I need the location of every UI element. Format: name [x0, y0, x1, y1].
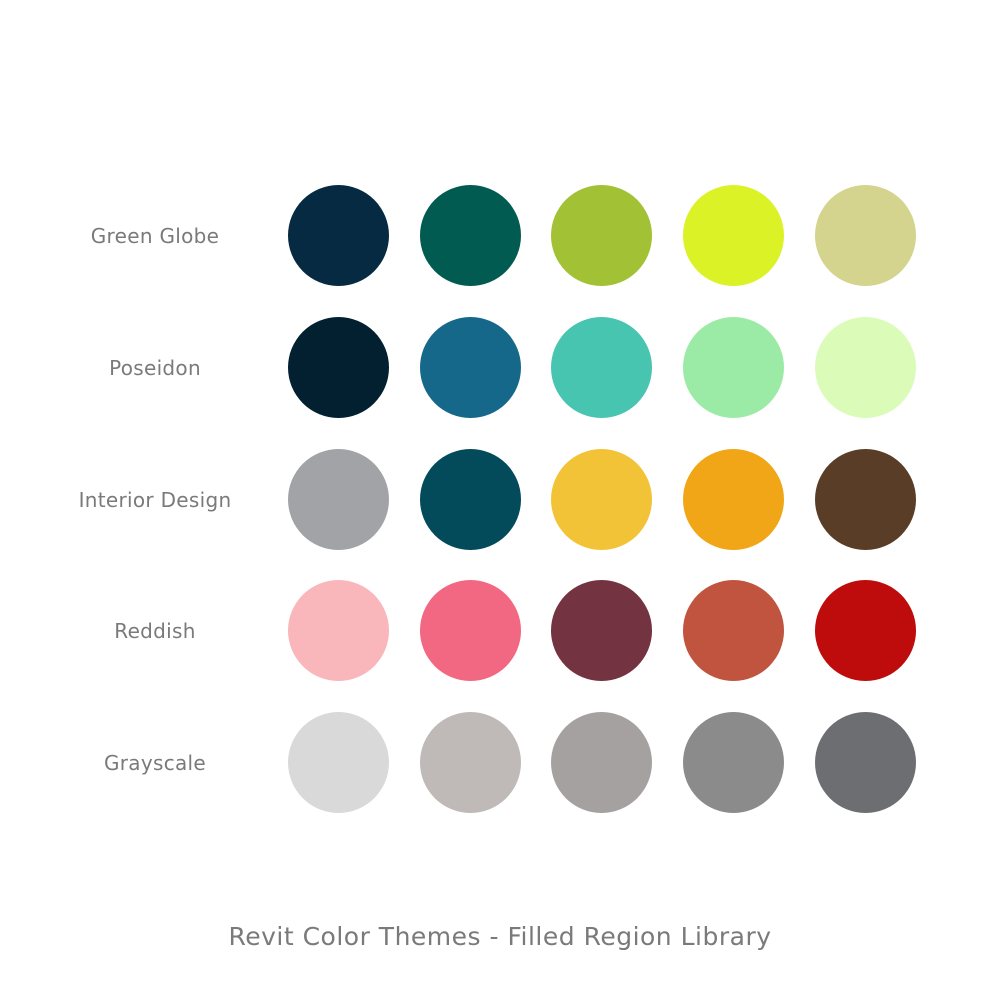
color-swatch: [420, 185, 521, 286]
color-swatch: [551, 712, 652, 813]
theme-row-green-globe: Green Globe: [0, 185, 1000, 287]
theme-label: Grayscale: [103, 751, 207, 775]
page-title: Revit Color Themes - Filled Region Libra…: [228, 922, 772, 951]
color-theme-palette: Green Globe Poseidon Interior Design Red…: [0, 0, 1000, 1000]
color-swatch: [288, 449, 389, 550]
color-swatch: [815, 185, 916, 286]
color-swatch: [420, 580, 521, 681]
color-swatch: [288, 317, 389, 418]
color-swatch: [551, 580, 652, 681]
theme-label: Green Globe: [90, 224, 220, 248]
color-swatch: [683, 449, 784, 550]
color-swatch: [551, 185, 652, 286]
color-swatch: [683, 317, 784, 418]
color-swatch: [683, 185, 784, 286]
theme-row-reddish: Reddish: [0, 580, 1000, 682]
color-swatch: [288, 580, 389, 681]
color-swatch: [815, 317, 916, 418]
color-swatch: [815, 712, 916, 813]
color-swatch: [420, 712, 521, 813]
theme-label: Reddish: [114, 619, 196, 643]
color-swatch: [288, 712, 389, 813]
color-swatch: [420, 317, 521, 418]
theme-row-interior-design: Interior Design: [0, 449, 1000, 551]
theme-row-grayscale: Grayscale: [0, 712, 1000, 814]
color-swatch: [815, 580, 916, 681]
color-swatch: [551, 449, 652, 550]
color-swatch: [551, 317, 652, 418]
color-swatch: [683, 712, 784, 813]
color-swatch: [683, 580, 784, 681]
theme-label: Poseidon: [109, 356, 201, 380]
theme-label: Interior Design: [78, 488, 232, 512]
color-swatch: [420, 449, 521, 550]
theme-row-poseidon: Poseidon: [0, 317, 1000, 419]
color-swatch: [815, 449, 916, 550]
color-swatch: [288, 185, 389, 286]
